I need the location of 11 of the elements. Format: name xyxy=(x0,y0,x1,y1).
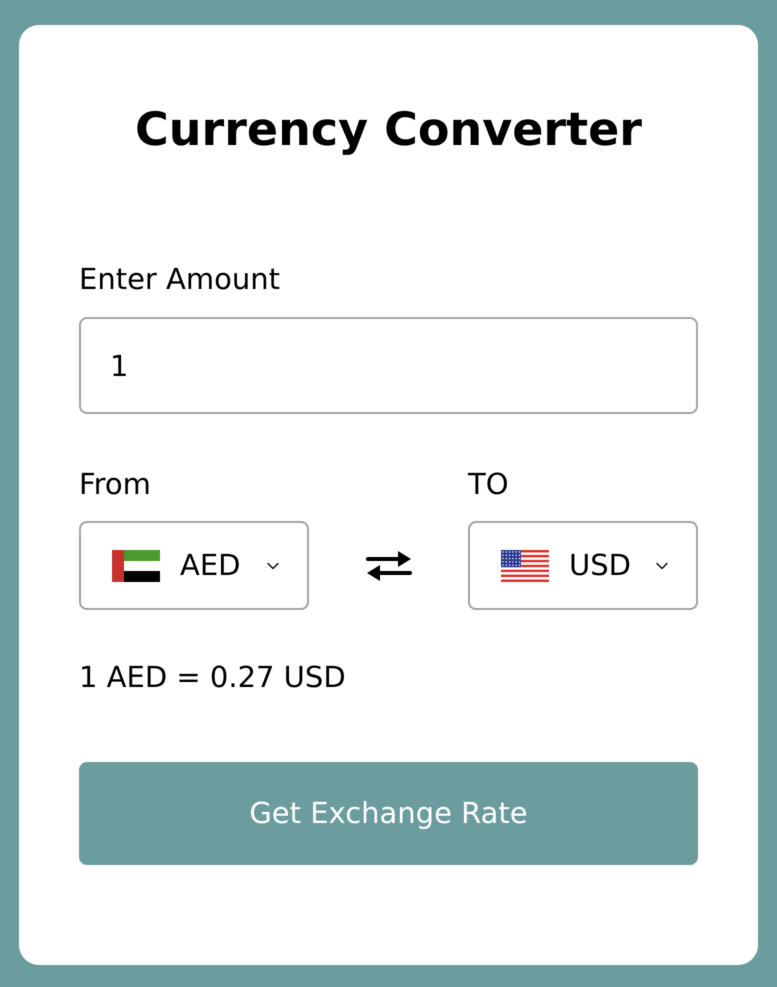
uae-flag-icon xyxy=(112,550,160,582)
swap-arrows-icon[interactable] xyxy=(366,548,412,582)
field-label: From xyxy=(79,466,151,502)
page-title: Currency Converter xyxy=(135,101,642,157)
amount-input[interactable]: 1 xyxy=(79,317,698,414)
currency-select[interactable]: AED xyxy=(79,521,309,610)
exchange-rate-text: 1 AED = 0.27 USD xyxy=(79,659,346,695)
field-label: TO xyxy=(468,466,509,502)
us-flag-icon xyxy=(501,550,549,582)
currency-select[interactable]: USD xyxy=(468,521,698,610)
amount-label: Enter Amount xyxy=(79,261,280,297)
